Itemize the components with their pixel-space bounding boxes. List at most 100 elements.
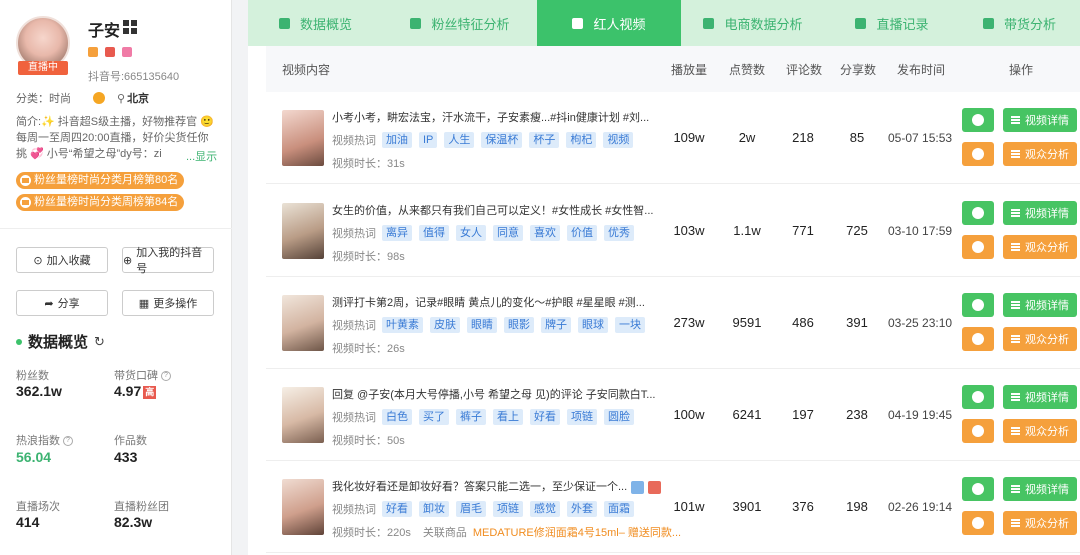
keyword-tag[interactable]: 面霜 — [604, 501, 634, 517]
keyword-tag[interactable]: 外套 — [567, 501, 597, 517]
play-video-button[interactable] — [962, 293, 994, 317]
play-video-button[interactable] — [962, 385, 994, 409]
refresh-icon[interactable]: ↻ — [94, 334, 105, 350]
video-thumbnail[interactable] — [282, 387, 324, 443]
help-icon[interactable]: ? — [63, 436, 73, 447]
col-publish-time[interactable]: 发布时间 — [897, 61, 945, 78]
video-icon[interactable] — [105, 47, 115, 57]
video-title[interactable]: 回复 @子安(本月大号停播,小号 希望之母 见)的评论 子安同款白T... — [332, 386, 655, 402]
keyword-tag[interactable]: 好看 — [382, 501, 412, 517]
keyword-tag[interactable]: 叶黄素 — [382, 317, 423, 333]
play-video-button[interactable] — [962, 201, 994, 225]
add-favorite-button[interactable]: ⊙ 加入收藏 — [16, 247, 108, 273]
keyword-tag[interactable]: 杯子 — [529, 132, 560, 148]
video-title[interactable]: 测评打卡第2周，记录#眼睛 黄点儿的变化～#护眼 #星星眼 #测... — [332, 294, 645, 310]
rank-badge-month[interactable]: 粉丝量榜时尚分类月榜第80名 — [16, 172, 185, 189]
keyword-tag[interactable]: 项链 — [567, 409, 597, 425]
add-to-my-account-button[interactable]: ⊕ 加入我的抖音号 — [122, 247, 214, 275]
keyword-tag[interactable]: 牌子 — [541, 317, 571, 333]
keyword-tag[interactable]: 价值 — [567, 225, 597, 241]
keyword-tag[interactable]: 眼睛 — [467, 317, 497, 333]
keyword-tag[interactable]: 优秀 — [604, 225, 634, 241]
keyword-tag[interactable]: 眼球 — [578, 317, 608, 333]
keyword-tag[interactable]: 加油 — [382, 132, 412, 148]
qrcode-icon[interactable] — [123, 20, 137, 34]
col-likes[interactable]: 点赞数 — [729, 61, 765, 78]
keyword-tag[interactable]: 同意 — [493, 225, 523, 241]
keyword-tag[interactable]: 卸妆 — [419, 501, 449, 517]
comment-count: 376 — [792, 499, 814, 514]
store-icon[interactable] — [88, 47, 98, 57]
more-actions-button[interactable]: ▦ 更多操作 — [122, 290, 214, 316]
video-detail-button[interactable]: 视频详情 — [1003, 108, 1077, 132]
keyword-tag[interactable]: 眉毛 — [456, 501, 486, 517]
tab-sales-analysis[interactable]: 带货分析 — [959, 0, 1080, 46]
keyword-tag[interactable]: 圆脸 — [604, 409, 634, 425]
col-shares[interactable]: 分享数 — [840, 61, 876, 78]
overview-section-title: 数据概览 ↻ — [16, 331, 105, 352]
star-icon[interactable] — [122, 47, 132, 57]
tab-influencer-videos[interactable]: 红人视频 — [537, 0, 681, 46]
col-plays[interactable]: 播放量 — [671, 61, 707, 78]
keyword-tag[interactable]: 人生 — [444, 132, 475, 148]
play-video-button[interactable] — [962, 477, 994, 501]
video-title[interactable]: 小考小考，畊宏法宝，汗水流干，子安素瘦...#抖in健康计划 #刘... — [332, 109, 649, 125]
play-video-button[interactable] — [962, 108, 994, 132]
help-icon[interactable]: ? — [161, 371, 171, 382]
tab-data-overview[interactable]: 数据概览 — [248, 0, 383, 46]
audience-analysis-button[interactable]: 观众分析 — [1003, 235, 1077, 259]
col-comments[interactable]: 评论数 — [786, 61, 822, 78]
favorite-video-button[interactable] — [962, 511, 994, 535]
product-link[interactable]: MEDATURE修润面霜4号15ml– 赠送同款... — [473, 527, 681, 539]
keyword-tag[interactable]: 眼影 — [504, 317, 534, 333]
favorite-video-button[interactable] — [962, 327, 994, 351]
tab-ecommerce[interactable]: 电商数据分析 — [681, 0, 825, 46]
tab-live-records[interactable]: 直播记录 — [825, 0, 959, 46]
favorite-video-button[interactable] — [962, 419, 994, 443]
share-button[interactable]: ➦ 分享 — [16, 290, 108, 316]
video-detail-button[interactable]: 视频详情 — [1003, 201, 1077, 225]
cart-icon — [703, 17, 715, 29]
audience-analysis-button[interactable]: 观众分析 — [1003, 142, 1077, 166]
video-thumbnail[interactable] — [282, 110, 324, 166]
show-more-link[interactable]: ...显示 — [186, 148, 217, 164]
keyword-tag[interactable]: IP — [419, 132, 438, 148]
video-detail-button[interactable]: 视频详情 — [1003, 385, 1077, 409]
video-detail-label: 视频详情 — [1025, 300, 1069, 312]
keyword-tag[interactable]: 皮肤 — [430, 317, 460, 333]
audience-analysis-button[interactable]: 观众分析 — [1003, 419, 1077, 443]
keyword-row: 视频热词 好看 卸妆 眉毛 项链 感觉 外套 面霜 — [332, 501, 641, 517]
keyword-tag[interactable]: 感觉 — [530, 501, 560, 517]
stat-label-works: 作品数 — [114, 435, 147, 447]
audience-analysis-button[interactable]: 观众分析 — [1003, 327, 1077, 351]
rank-badge-week[interactable]: 粉丝量榜时尚分类周榜第84名 — [16, 194, 185, 211]
reputation-label-text: 带货口碑 — [114, 370, 158, 382]
keyword-tag[interactable]: 视频 — [603, 132, 634, 148]
keyword-tag[interactable]: 好看 — [530, 409, 560, 425]
video-title[interactable]: 我化妆好看还是卸妆好看？答案只能二选一，至少保证一个... — [332, 478, 662, 494]
crown-icon — [20, 197, 31, 208]
video-thumbnail[interactable] — [282, 479, 324, 535]
video-thumbnail[interactable] — [282, 203, 324, 259]
keyword-tag[interactable]: 一块 — [615, 317, 645, 333]
keyword-tag[interactable]: 项链 — [493, 501, 523, 517]
keyword-tag[interactable]: 离异 — [382, 225, 412, 241]
list-icon — [1011, 209, 1020, 217]
video-thumbnail[interactable] — [282, 295, 324, 351]
favorite-video-button[interactable] — [962, 142, 994, 166]
keyword-tag[interactable]: 枸杞 — [566, 132, 597, 148]
keyword-tag[interactable]: 看上 — [493, 409, 523, 425]
keyword-tag[interactable]: 女人 — [456, 225, 486, 241]
audience-analysis-button[interactable]: 观众分析 — [1003, 511, 1077, 535]
video-detail-button[interactable]: 视频详情 — [1003, 477, 1077, 501]
video-title[interactable]: 女生的价值，从来都只有我们自己可以定义！#女性成长 #女性智... — [332, 202, 653, 218]
keyword-tag[interactable]: 值得 — [419, 225, 449, 241]
keyword-tag[interactable]: 裤子 — [456, 409, 486, 425]
favorite-video-button[interactable] — [962, 235, 994, 259]
video-detail-button[interactable]: 视频详情 — [1003, 293, 1077, 317]
keyword-tag[interactable]: 白色 — [382, 409, 412, 425]
keyword-tag[interactable]: 喜欢 — [530, 225, 560, 241]
keyword-tag[interactable]: 保温杯 — [481, 132, 523, 148]
tab-fans-analysis[interactable]: 粉丝特征分析 — [383, 0, 537, 46]
keyword-tag[interactable]: 买了 — [419, 409, 449, 425]
